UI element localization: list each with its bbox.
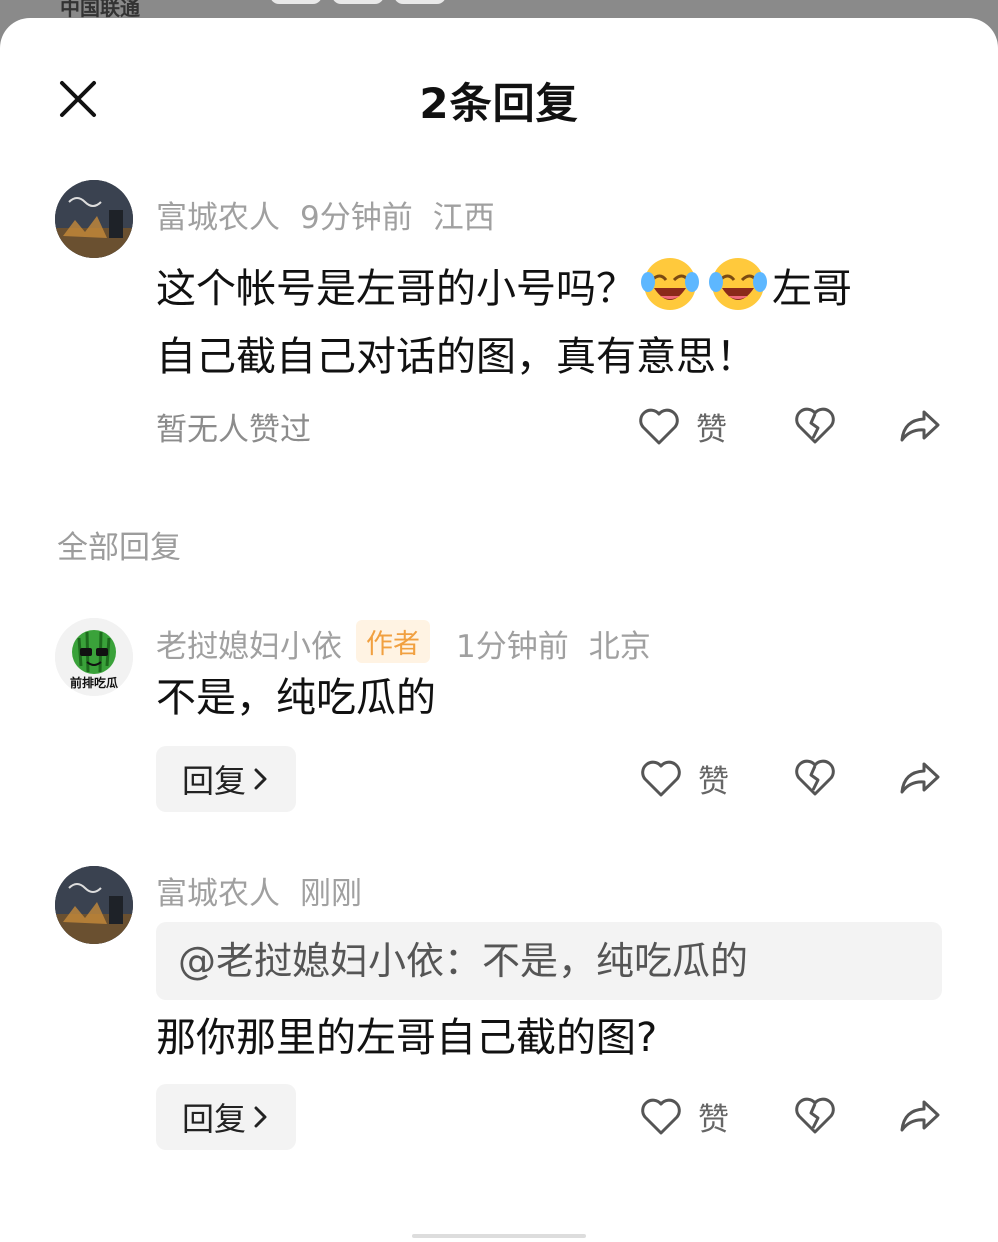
reply-button[interactable]: 回复 xyxy=(156,746,296,812)
like-button[interactable]: 赞 xyxy=(640,1094,729,1139)
quoted-reply[interactable]: @老挝媳妇小依：不是，纯吃瓜的 xyxy=(156,922,942,1000)
heart-icon xyxy=(641,1098,681,1134)
username[interactable]: 老挝媳妇小依 xyxy=(156,629,342,665)
reply-text: 不是，纯吃瓜的 xyxy=(156,675,436,721)
reply-button[interactable]: 回复 xyxy=(156,1084,296,1150)
avatar[interactable] xyxy=(55,866,133,944)
home-indicator xyxy=(412,1234,586,1238)
status-indicators xyxy=(270,0,446,4)
laughing-crying-emoji-icon xyxy=(641,258,699,310)
broken-heart-icon xyxy=(795,407,835,444)
heart-icon xyxy=(641,760,681,796)
share-icon xyxy=(900,762,940,794)
like-label: 赞 xyxy=(696,412,727,448)
username[interactable]: 富城农人 xyxy=(156,876,280,912)
share-icon xyxy=(900,410,940,442)
timestamp: 刚刚 xyxy=(300,876,362,912)
timestamp: 1分钟前 xyxy=(456,629,569,665)
chevron-right-icon xyxy=(254,768,267,790)
location: 北京 xyxy=(588,629,651,665)
location: 江西 xyxy=(432,200,495,236)
comment-text: 这个帐号是左哥的小号吗？ 左哥 自己截自己对话的图，真有意思！ xyxy=(156,250,956,391)
broken-heart-icon xyxy=(795,759,835,796)
avatar[interactable]: 前排吃瓜 xyxy=(55,618,133,696)
avatar-caption: 前排吃瓜 xyxy=(69,676,118,690)
page-title: 2条回复 xyxy=(419,79,579,128)
share-button[interactable] xyxy=(898,1096,942,1140)
laughing-crying-emoji-icon xyxy=(709,258,767,310)
reply-meta: 老挝媳妇小依 作者 1分钟前 北京 xyxy=(156,620,651,666)
like-button[interactable]: 赞 xyxy=(638,404,727,449)
replies-sheet: 2条回复 富城农人 9分钟前 江西 这个帐号是左哥的小号吗？ 左哥 自己截自己对… xyxy=(0,18,998,1242)
like-label: 赞 xyxy=(698,1102,729,1138)
dislike-button[interactable] xyxy=(794,758,836,802)
share-icon xyxy=(900,1100,940,1132)
sheet-header: 2条回复 xyxy=(0,18,998,168)
avatar[interactable] xyxy=(55,180,133,258)
reply-text: 那你那里的左哥自己截的图? xyxy=(156,1015,658,1061)
timestamp: 9分钟前 xyxy=(300,200,413,236)
broken-heart-icon xyxy=(795,1097,835,1134)
likes-status: 暂无人赞过 xyxy=(156,412,311,448)
chevron-right-icon xyxy=(254,1106,267,1128)
like-label: 赞 xyxy=(698,764,729,800)
like-button[interactable]: 赞 xyxy=(640,756,729,801)
reply-meta: 富城农人 刚刚 xyxy=(156,868,362,913)
share-button[interactable] xyxy=(898,758,942,802)
share-button[interactable] xyxy=(898,406,942,450)
dislike-button[interactable] xyxy=(794,1096,836,1140)
author-badge: 作者 xyxy=(356,620,430,663)
heart-icon xyxy=(639,408,679,444)
username[interactable]: 富城农人 xyxy=(156,200,280,236)
section-title: 全部回复 xyxy=(57,530,181,566)
dislike-button[interactable] xyxy=(794,406,836,450)
comment-meta: 富城农人 9分钟前 江西 xyxy=(156,192,495,237)
